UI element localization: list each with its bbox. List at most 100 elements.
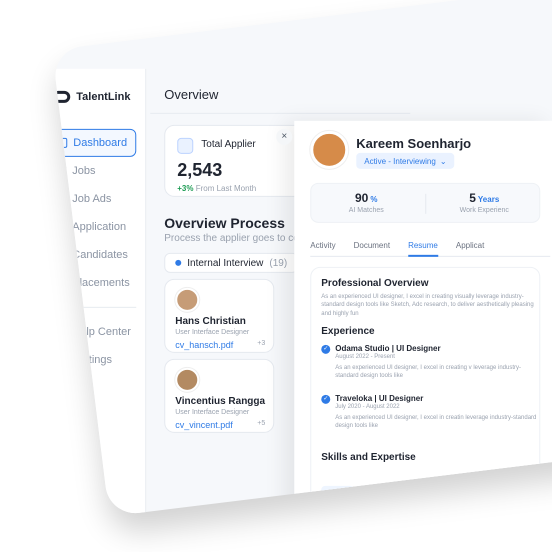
tab-document[interactable]: Document [354, 237, 390, 256]
tabs: Activity Document Resume Applicat [310, 236, 551, 257]
resume-card: Professional Overview As an experienced … [310, 266, 541, 517]
grid-icon [57, 137, 68, 148]
sidebar-item-help-center[interactable]: Help Center [52, 318, 136, 346]
status-label: Active - Interviewing [364, 156, 436, 166]
metric-ai-matches: 90% AI Matches [311, 191, 421, 214]
megaphone-icon [56, 193, 67, 204]
sidebar-item-label: Job Ads [72, 192, 112, 205]
sidebar-item-label: Candidates [72, 248, 128, 261]
briefcase-icon [56, 165, 67, 176]
users-icon [56, 249, 67, 260]
experience-date: August 2022 - Present [335, 353, 395, 360]
overview-text: As an experienced UI designer, I excel i… [321, 293, 534, 317]
skill-tag: Proto [454, 485, 485, 500]
sidebar-item-candidates[interactable]: Candidates [52, 241, 136, 269]
candidate-role: User Interface Designer [175, 408, 250, 416]
metric-label: Work Experienc [459, 206, 509, 214]
overview-title: Professional Overview [321, 277, 429, 289]
metric-number: 5 [469, 190, 476, 205]
stat-change-text: From Last Month [195, 183, 257, 193]
status-dot-icon [175, 259, 182, 266]
document-icon [177, 137, 194, 154]
metric-unit: % [370, 194, 378, 204]
tab-activity[interactable]: Activity [310, 237, 335, 256]
filter-internal-interview[interactable]: Internal Interview (19) [164, 252, 299, 273]
section-title: Overview Process [164, 214, 285, 231]
candidate-file-link[interactable]: cv_hansch.pdf [175, 340, 233, 350]
sidebar-item-placements[interactable]: Placements [52, 269, 136, 297]
brand: TalentLink [52, 90, 131, 103]
chevron-down-icon: ⌄ [439, 156, 447, 166]
experience-desc: As an experienced UI designer, I excel i… [335, 364, 522, 380]
sidebar-item-label: Settings [72, 353, 113, 366]
sidebar-item-label: Placements [72, 276, 130, 289]
person-icon [56, 277, 67, 288]
tab-application[interactable]: Applicat [456, 237, 484, 256]
metrics-divider [425, 193, 427, 214]
metrics-card: 90% AI Matches 5 Years Work Experienc [310, 182, 541, 223]
experience-title-text: Odama Studio | UI Designer [335, 343, 441, 353]
candidate-card[interactable]: Hans Christian User Interface Designer c… [164, 278, 275, 353]
sidebar-item-label: Application [72, 220, 127, 233]
check-icon: ✓ [321, 344, 331, 354]
skill-tag: Adobe XD [359, 485, 404, 500]
metric-unit: Years [477, 194, 500, 204]
metric-work-experience: 5 Years Work Experienc [429, 191, 539, 214]
brand-name: TalentLink [76, 90, 131, 103]
metric-label: AI Matches [348, 206, 384, 214]
skill-tag: Webflow [409, 485, 449, 500]
section-subtitle: Process the applier goes to co [164, 232, 299, 244]
candidate-role: User Interface Designer [175, 328, 250, 336]
page-title: Overview [164, 86, 219, 102]
skills-list: Figma Adobe XD Webflow Proto [321, 485, 485, 500]
candidate-name: Hans Christian [175, 315, 246, 327]
stat-change-value: +3% [177, 183, 194, 193]
app-window: TalentLink Dashboard Jobs Job Ads Applic… [52, 0, 552, 517]
skills-title: Skills and Expertise [321, 451, 416, 463]
candidate-extra-count: +3 [257, 339, 266, 347]
filter-count: (19) [269, 257, 288, 269]
sidebar-item-settings[interactable]: Settings [52, 346, 136, 374]
candidate-file-link[interactable]: cv_vincent.pdf [175, 420, 233, 430]
avatar [175, 287, 200, 312]
sidebar-item-label: Dashboard [73, 136, 128, 149]
candidate-card[interactable]: Vincentius Rangga User Interface Designe… [164, 358, 275, 433]
experience-title: Experience [321, 325, 375, 337]
avatar [175, 367, 200, 392]
candidate-name: Vincentius Rangga [175, 395, 266, 407]
sidebar-item-application[interactable]: Application [52, 213, 136, 241]
header-divider [150, 112, 411, 114]
candidate-extra-count: +5 [257, 419, 266, 427]
metric-value: 5 Years [429, 191, 539, 205]
sidebar: TalentLink Dashboard Jobs Job Ads Applic… [52, 68, 147, 517]
candidate-detail-panel: × Kareem Soenharjo Active - Interviewing… [276, 120, 552, 517]
check-icon: ✓ [321, 394, 331, 404]
skill-tag: Figma [321, 485, 354, 500]
stat-change: +3% From Last Month [177, 184, 256, 193]
talentlink-logo-icon [52, 90, 71, 103]
canvas: TalentLink Dashboard Jobs Job Ads Applic… [0, 0, 552, 552]
filter-label: Internal Interview [187, 257, 264, 269]
metric-value: 90% [311, 191, 421, 205]
metric-number: 90 [355, 190, 369, 205]
close-button[interactable]: × [276, 128, 293, 145]
tab-resume[interactable]: Resume [408, 237, 438, 256]
stat-value: 2,543 [177, 159, 223, 180]
sidebar-nav: Dashboard Jobs Job Ads Application Candi… [52, 128, 137, 374]
experience-title-text: Traveloka | UI Designer [335, 393, 424, 403]
sidebar-item-jobs[interactable]: Jobs [52, 157, 136, 185]
sidebar-divider [52, 306, 137, 308]
status-dropdown[interactable]: Active - Interviewing ⌄ [356, 152, 455, 169]
sidebar-item-label: Help Center [72, 325, 131, 338]
help-icon [56, 326, 67, 337]
sidebar-item-dashboard[interactable]: Dashboard [52, 128, 137, 157]
sidebar-item-job-ads[interactable]: Job Ads [52, 185, 136, 213]
gear-icon [56, 354, 67, 365]
profile-name: Kareem Soenharjo [356, 135, 472, 151]
stat-label: Total Applier [201, 138, 256, 150]
avatar [310, 130, 349, 169]
experience-desc: As an experienced UI designer, I excel i… [335, 414, 537, 430]
file-icon [56, 221, 67, 232]
experience-date: July 2020 - August 2022 [335, 403, 400, 410]
sidebar-item-label: Jobs [72, 164, 96, 177]
